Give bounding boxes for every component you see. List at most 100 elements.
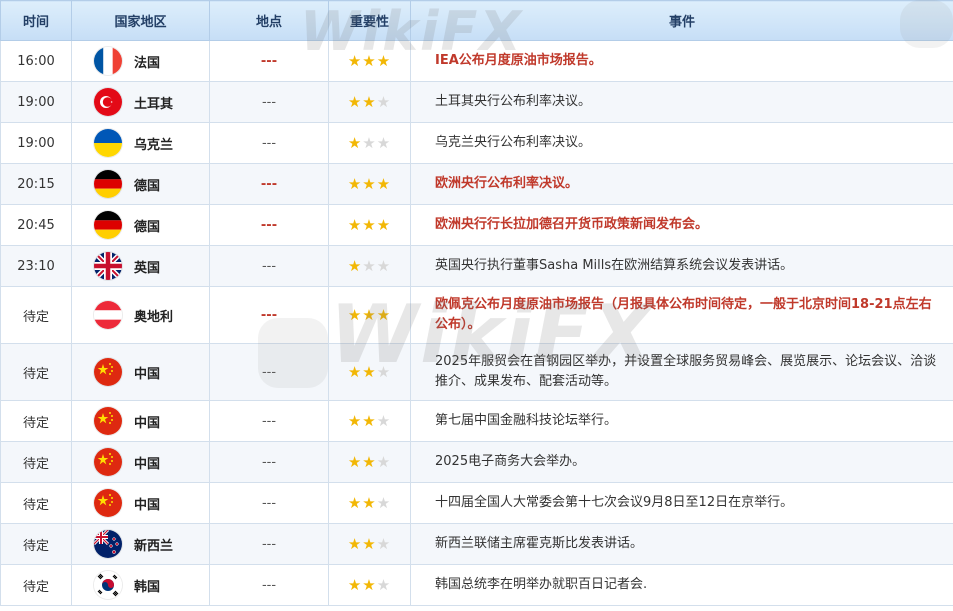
star-icon: ★: [376, 175, 392, 193]
event-location: ---: [209, 523, 329, 565]
star-icon: ★: [347, 363, 363, 381]
star-icon: ★: [347, 453, 363, 471]
event-location: ---: [209, 286, 329, 344]
event-time: 19:00: [0, 122, 72, 164]
country-name: 英国: [134, 260, 161, 276]
star-icon: ★: [362, 494, 377, 512]
event-description: IEA公布月度原油市场报告。: [410, 40, 953, 82]
event-description: 2025电子商务大会举办。: [410, 441, 953, 483]
event-description: 第七届中国金融科技论坛举行。: [410, 400, 953, 442]
country-cell: 土耳其: [71, 81, 210, 123]
header-importance: 重要性: [328, 0, 411, 41]
star-icon: ★: [362, 134, 377, 152]
event-description: 欧洲央行公布利率决议。: [410, 163, 953, 205]
table-row: 待定 中国 --- ★★★ 十四届全国人大常委会第十七次会议9月8日至12日在京…: [0, 482, 953, 524]
event-location: ---: [209, 204, 329, 246]
china-flag-icon: [94, 448, 122, 476]
france-flag-icon: [94, 47, 122, 75]
country-cell: 英国: [71, 245, 210, 287]
importance-stars: ★★★: [328, 400, 411, 442]
star-icon: ★: [347, 175, 363, 193]
uk-flag-icon: [94, 252, 122, 280]
event-location: ---: [209, 564, 329, 606]
star-icon: ★: [362, 175, 377, 193]
importance-stars: ★★★: [328, 523, 411, 565]
country-cell: 新西兰: [71, 523, 210, 565]
event-location: ---: [209, 122, 329, 164]
event-description: 韩国总统李在明举办就职百日记者会.: [410, 564, 953, 606]
country-name: 土耳其: [134, 96, 174, 112]
star-icon: ★: [347, 93, 363, 111]
country-name: 德国: [134, 178, 161, 194]
turkey-flag-icon: [94, 88, 122, 116]
star-icon: ★: [362, 257, 377, 275]
event-time: 待定: [0, 400, 72, 442]
event-location: ---: [209, 81, 329, 123]
country-cell: 乌克兰: [71, 122, 210, 164]
table-row: 20:15 德国 --- ★★★ 欧洲央行公布利率决议。: [0, 163, 953, 205]
star-icon: ★: [362, 453, 377, 471]
ukraine-flag-icon: [94, 129, 122, 157]
china-flag-icon: [94, 489, 122, 517]
country-name: 韩国: [134, 579, 161, 595]
country-name: 中国: [134, 415, 161, 431]
star-icon: ★: [347, 306, 363, 324]
event-time: 待定: [0, 286, 72, 344]
star-icon: ★: [347, 257, 363, 275]
header-event: 事件: [410, 0, 953, 41]
event-location: ---: [209, 163, 329, 205]
event-time: 待定: [0, 523, 72, 565]
country-cell: 德国: [71, 163, 210, 205]
event-time: 待定: [0, 564, 72, 606]
importance-stars: ★★★: [328, 441, 411, 483]
event-location: ---: [209, 343, 329, 401]
star-icon: ★: [362, 412, 377, 430]
economic-calendar-table: 时间 国家地区 地点 重要性 事件 16:00 法国 --- ★★★ IEA公布…: [0, 0, 953, 606]
event-description: 欧佩克公布月度原油市场报告（月报具体公布时间待定，一般于北京时间18-21点左右…: [410, 286, 953, 344]
star-icon: ★: [376, 363, 392, 381]
star-icon: ★: [376, 306, 392, 324]
star-icon: ★: [376, 576, 392, 594]
star-icon: ★: [347, 576, 363, 594]
event-description: 十四届全国人大常委会第十七次会议9月8日至12日在京举行。: [410, 482, 953, 524]
event-location: ---: [209, 482, 329, 524]
star-icon: ★: [376, 134, 392, 152]
header-country: 国家地区: [71, 0, 210, 41]
star-icon: ★: [376, 216, 392, 234]
country-cell: 中国: [71, 343, 210, 401]
table-row: 待定 中国 --- ★★★ 第七届中国金融科技论坛举行。: [0, 400, 953, 442]
table-row: 待定 韩国 --- ★★★ 韩国总统李在明举办就职百日记者会.: [0, 564, 953, 606]
importance-stars: ★★★: [328, 122, 411, 164]
star-icon: ★: [347, 494, 363, 512]
star-icon: ★: [362, 306, 377, 324]
star-icon: ★: [362, 93, 377, 111]
star-icon: ★: [362, 576, 377, 594]
china-flag-icon: [94, 407, 122, 435]
austria-flag-icon: [94, 301, 122, 329]
event-time: 待定: [0, 441, 72, 483]
star-icon: ★: [362, 363, 377, 381]
country-cell: 法国: [71, 40, 210, 82]
star-icon: ★: [362, 52, 377, 70]
event-description: 新西兰联储主席霍克斯比发表讲话。: [410, 523, 953, 565]
star-icon: ★: [376, 93, 392, 111]
germany-flag-icon: [94, 170, 122, 198]
germany-flag-icon: [94, 211, 122, 239]
importance-stars: ★★★: [328, 245, 411, 287]
event-description: 2025年服贸会在首钢园区举办，并设置全球服务贸易峰会、展览展示、论坛会议、洽谈…: [410, 343, 953, 401]
star-icon: ★: [347, 412, 363, 430]
header-time: 时间: [0, 0, 72, 41]
country-name: 中国: [134, 456, 161, 472]
country-name: 新西兰: [134, 538, 174, 554]
country-name: 中国: [134, 497, 161, 513]
star-icon: ★: [376, 453, 392, 471]
event-location: ---: [209, 441, 329, 483]
table-row: 待定 奥地利 --- ★★★ 欧佩克公布月度原油市场报告（月报具体公布时间待定，…: [0, 286, 953, 344]
event-time: 20:45: [0, 204, 72, 246]
table-row: 16:00 法国 --- ★★★ IEA公布月度原油市场报告。: [0, 40, 953, 82]
star-icon: ★: [347, 535, 363, 553]
star-icon: ★: [376, 52, 392, 70]
star-icon: ★: [376, 257, 392, 275]
event-description: 英国央行执行董事Sasha Mills在欧洲结算系统会议发表讲话。: [410, 245, 953, 287]
event-location: ---: [209, 245, 329, 287]
